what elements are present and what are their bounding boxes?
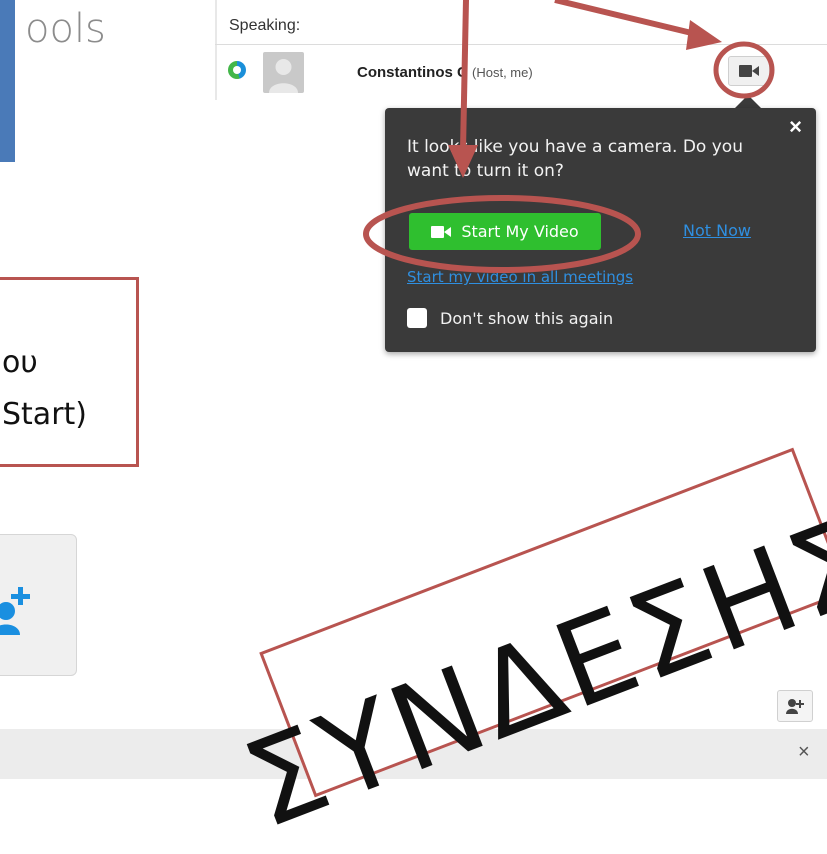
popup-close-button[interactable]: ×	[789, 114, 802, 140]
participant-role: (Host, me)	[472, 65, 533, 80]
bottom-close-icon[interactable]: ×	[798, 741, 810, 764]
annotation-line-1: ου	[2, 345, 38, 380]
not-now-link[interactable]: Not Now	[683, 221, 751, 240]
arrow-diagonal-head	[686, 20, 722, 50]
camera-button[interactable]	[728, 56, 770, 86]
participant-name-text: Constantinos C	[357, 64, 468, 81]
camera-icon	[739, 65, 759, 77]
arrow-diagonal-shaft	[554, 0, 701, 38]
dont-show-label: Don't show this again	[440, 309, 614, 328]
presence-icon	[228, 61, 246, 79]
popup-arrow	[734, 95, 762, 109]
participant-name: Constantinos C (Host, me)	[357, 64, 533, 81]
add-participant-button[interactable]	[777, 690, 813, 722]
video-camera-icon	[431, 225, 452, 238]
add-user-icon	[786, 699, 804, 714]
panel-divider	[215, 0, 217, 100]
start-video-label: Start My Video	[461, 222, 579, 241]
header-divider	[215, 44, 827, 45]
dont-show-checkbox[interactable]	[407, 308, 427, 328]
all-meetings-link[interactable]: Start my video in all meetings	[407, 268, 633, 286]
camera-popup: × It looks like you have a camera. Do yo…	[385, 108, 816, 352]
stamp-text: ΣΥΝΔΕΣΗΣ	[227, 488, 827, 854]
annotation-line-2: Start)	[2, 397, 87, 432]
add-person-icon[interactable]	[0, 585, 30, 635]
avatar	[263, 52, 304, 93]
speaking-label: Speaking:	[229, 17, 301, 34]
start-video-button[interactable]: Start My Video	[409, 213, 601, 250]
tools-heading: ools	[25, 6, 106, 52]
left-blue-panel	[0, 0, 15, 162]
popup-message: It looks like you have a camera. Do you …	[407, 137, 743, 181]
